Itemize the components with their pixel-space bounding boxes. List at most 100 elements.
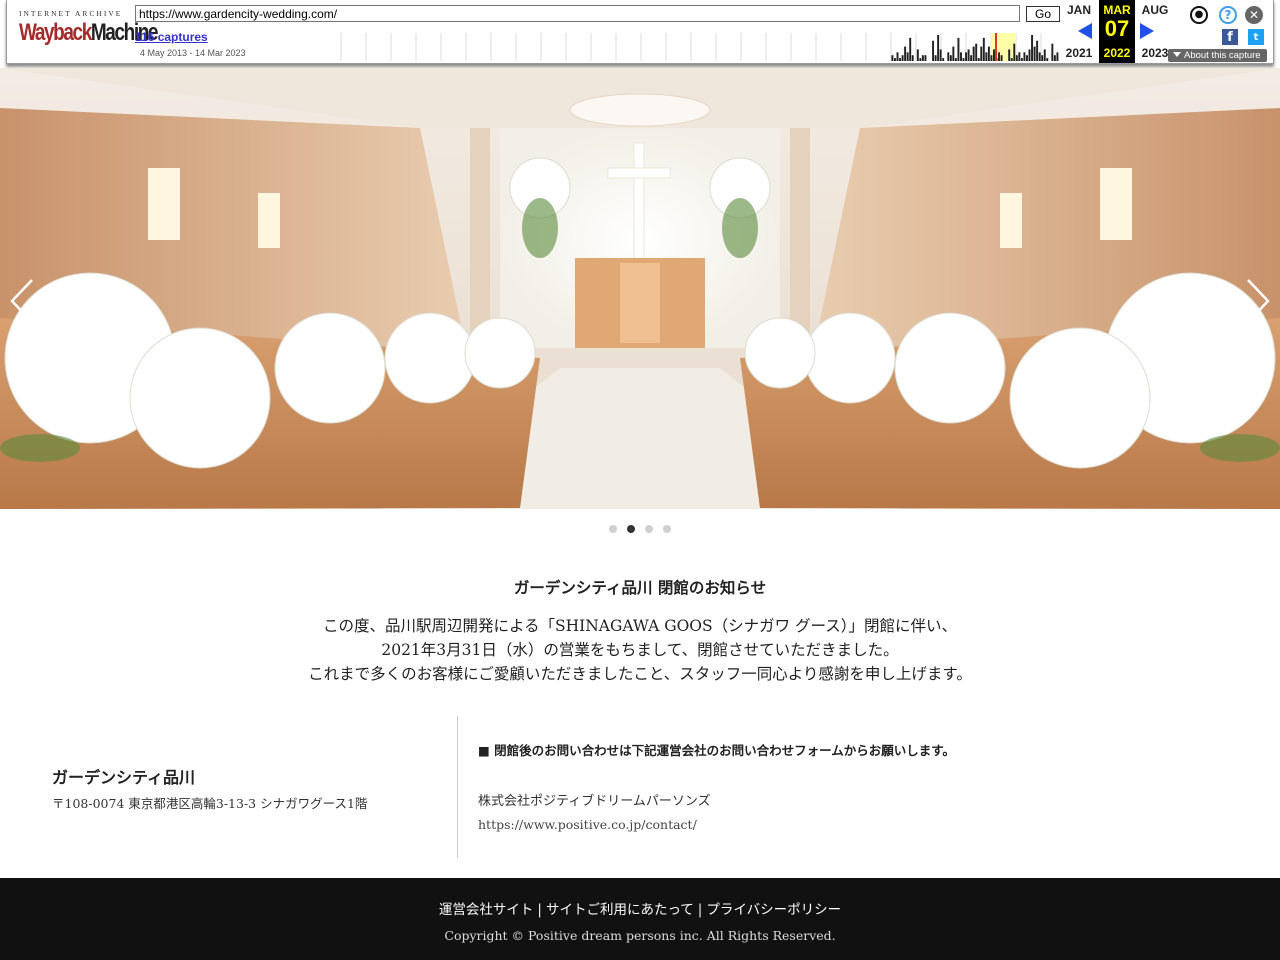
sparkline-bar	[960, 52, 962, 61]
hero-slider	[0, 68, 1280, 509]
footer-link-terms[interactable]: サイトご利用にあたって	[546, 902, 694, 918]
wayback-go-button[interactable]: Go	[1026, 6, 1060, 22]
sparkline-bar	[1020, 58, 1023, 61]
notice-line: この度、品川駅周辺開発による「SHINAGAWA GOOS（シナガワ グース）」…	[322, 617, 958, 635]
contact-info: ■ 閉館後のお問い合わせは下記運営会社のお問い合わせフォームからお願いします。 …	[458, 716, 1280, 858]
sparkline-bar	[1041, 55, 1044, 61]
slider-next-chevron-icon[interactable]	[1242, 278, 1272, 324]
sparkline-bar	[1013, 43, 1016, 61]
sparkline-bar	[934, 55, 937, 61]
sparkline-bar	[947, 52, 950, 61]
slider-pagination	[0, 525, 1280, 533]
capture-range: 4 May 2013 - 14 Mar 2023	[140, 48, 246, 58]
sparkline-bar	[1031, 35, 1034, 61]
slider-prev-chevron-icon[interactable]	[8, 278, 38, 324]
sparkline-bar	[916, 49, 919, 61]
sparkline-bar	[896, 52, 899, 61]
sparkline-bar	[901, 55, 904, 61]
sparkline-bar	[993, 49, 995, 61]
notice-title: ガーデンシティ品川 閉館のお知らせ	[513, 579, 767, 597]
sparkline-current-marker	[995, 33, 997, 61]
sparkline-bar	[919, 58, 922, 61]
copyright: Copyright © Positive dream persons inc. …	[444, 928, 836, 943]
slider-dot[interactable]	[663, 525, 671, 533]
sparkline-bar	[1023, 52, 1026, 61]
venue-address: 〒108-0074 東京都港区高輪3-13-3 シナガワグース1階	[52, 796, 368, 811]
contact-heading: ■ 閉館後のお問い合わせは下記運営会社のお問い合わせフォームからお願いします。	[478, 743, 956, 758]
sparkline-bar	[1036, 40, 1039, 61]
current-day-label: 07	[1104, 16, 1130, 41]
logo-internet-archive: INTERNET ARCHIVE	[19, 9, 123, 18]
sparkline-bar	[894, 58, 896, 61]
slider-dot[interactable]	[645, 525, 653, 533]
calendar-nav: JAN 2021 MAR 07 2022 AUG 2023	[1061, 0, 1175, 63]
user-account-icon[interactable]: ●	[1190, 6, 1208, 24]
prev-capture-arrow-icon[interactable]	[1078, 23, 1092, 39]
about-capture-button[interactable]: About this capture	[1168, 49, 1267, 62]
next-month-label: AUG	[1141, 3, 1169, 17]
current-year-label: 2022	[1103, 46, 1131, 60]
sparkline-bar	[932, 40, 935, 61]
prev-month-label: JAN	[1066, 3, 1091, 17]
sparkline-bar	[1008, 49, 1011, 61]
sparkline-bar	[990, 55, 993, 61]
sparkline-bar	[972, 46, 975, 61]
caret-down-icon	[1173, 52, 1181, 58]
sparkline-bar	[1043, 49, 1046, 61]
notice-line: 2021年3月31日（水）の営業をもちまして、閉館させていただきました。	[381, 641, 899, 659]
wayback-logo[interactable]: INTERNET ARCHIVE WaybackMachine	[19, 9, 158, 46]
notice-body: この度、品川駅周辺開発による「SHINAGAWA GOOS（シナガワ グース）」…	[0, 614, 1280, 686]
sparkline-bar	[1000, 55, 1003, 61]
sparkline-bar	[939, 49, 942, 61]
current-month-label: MAR	[1103, 3, 1131, 17]
notice-line: これまで多くのお客様にご愛顧いただきましたこと、スタッフ一同心より感謝を申し上げ…	[308, 665, 972, 683]
next-capture-arrow-icon[interactable]	[1140, 23, 1154, 39]
sparkline-bar	[949, 55, 952, 61]
sparkline-bar	[924, 55, 927, 61]
venue-name: ガーデンシティ品川	[52, 768, 196, 787]
sparkline-bar	[1038, 52, 1041, 61]
sparkline-bar	[1053, 55, 1056, 61]
sparkline-bar	[1018, 52, 1021, 61]
company-name: 株式会社ポジティブドリームパーソンズ	[478, 794, 711, 809]
footer-links: 運営会社サイト | サイトご利用にあたって | プライバシーポリシー	[0, 898, 1280, 918]
footer-separator: |	[697, 902, 703, 918]
sparkline-bar	[965, 52, 968, 61]
facebook-share-icon[interactable]: f	[1222, 29, 1238, 45]
footer: 運営会社サイト | サイトご利用にあたって | プライバシーポリシー Copyright…	[0, 878, 1280, 960]
contact-url: https://www.positive.co.jp/contact/	[478, 817, 697, 832]
help-icon[interactable]: ?	[1219, 6, 1237, 24]
sparkline-bar	[957, 37, 960, 61]
about-capture-label: About this capture	[1184, 50, 1261, 61]
footer-link-privacy[interactable]: プライバシーポリシー	[706, 902, 841, 918]
slider-dot[interactable]	[609, 525, 617, 533]
sparkline-bar	[1028, 49, 1031, 61]
sparkline-bar	[1051, 43, 1054, 61]
twitter-share-icon[interactable]: t	[1248, 29, 1264, 45]
sparkline-bar	[962, 58, 965, 61]
sparkline-bar	[980, 46, 983, 61]
sparkline-bar	[1010, 58, 1013, 61]
wayback-url-input[interactable]	[135, 5, 1020, 22]
sparkline-bar	[899, 58, 902, 61]
sparkline-bar	[975, 43, 978, 61]
footer-separator: |	[537, 902, 542, 918]
sparkline-bar	[977, 58, 980, 61]
prev-year-label: 2021	[1065, 46, 1093, 60]
venue-info: ガーデンシティ品川 〒108-0074 東京都港区高輪3-13-3 シナガワグー…	[0, 716, 458, 858]
sparkline-bar	[967, 49, 970, 61]
close-icon[interactable]: ✕	[1245, 6, 1263, 24]
sparkline-bar	[970, 55, 973, 61]
sparkline-bar	[1033, 46, 1036, 61]
sparkline-bar	[985, 52, 988, 61]
sparkline-bar	[1015, 55, 1018, 61]
sparkline-bar	[1056, 52, 1059, 61]
captures-link[interactable]: 116 captures	[135, 30, 208, 44]
logo-wayback-machine: WaybackMachine	[19, 20, 158, 48]
sparkline-bar	[937, 35, 940, 61]
capture-sparkline[interactable]	[333, 33, 1059, 61]
sparkline-bar	[891, 55, 894, 61]
slider-dot[interactable]	[627, 525, 635, 533]
logo-wayback-text: Wayback	[19, 20, 92, 47]
footer-link-company-site[interactable]: 運営会社サイト	[439, 902, 534, 918]
